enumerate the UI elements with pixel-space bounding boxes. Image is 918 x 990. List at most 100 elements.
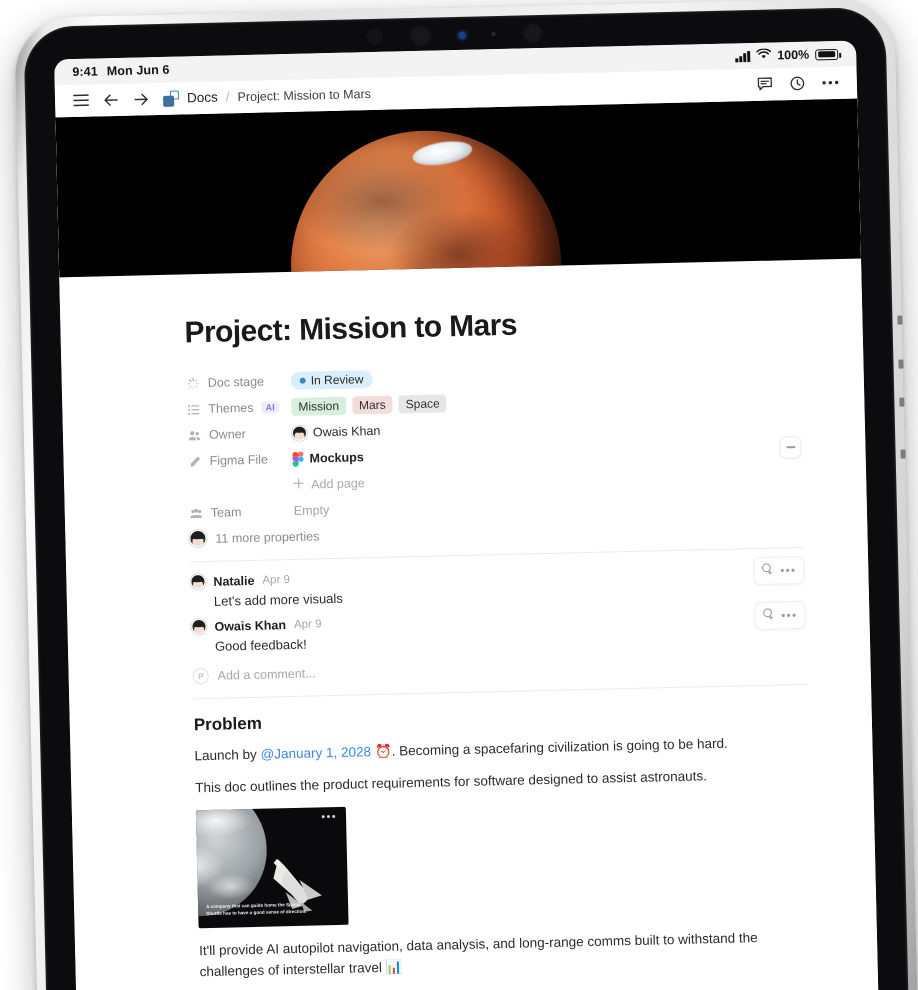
breadcrumb-app-name[interactable]: Docs	[187, 90, 218, 106]
property-value-figma-file[interactable]: Mockups	[292, 450, 364, 467]
date-mention-link[interactable]: @January 1, 2028	[260, 744, 371, 762]
comments-section: Natalie Apr 9 Let's add more visuals •••…	[190, 548, 807, 685]
mars-polar-cap	[410, 137, 474, 170]
status-dot-icon	[299, 377, 306, 384]
properties-panel: Doc stage In Review Themes AI Mission Ma…	[185, 356, 803, 548]
property-key-themes: Themes AI	[186, 400, 291, 416]
more-horizontal-icon[interactable]: •••	[780, 563, 797, 577]
status-time: 9:41	[72, 64, 98, 80]
more-horizontal-icon[interactable]: •••	[781, 608, 798, 622]
comment-date: Apr 9	[293, 617, 322, 631]
comment-actions[interactable]: •••	[752, 555, 805, 586]
property-label: Figma File	[209, 452, 269, 468]
document-scroll-area[interactable]: Project: Mission to Mars Doc stage In Re…	[55, 98, 879, 990]
arrow-right-icon[interactable]	[133, 92, 149, 106]
embedded-image-space-shuttle[interactable]: A company that can guide home the Space …	[195, 806, 349, 929]
toolbar-right	[757, 75, 839, 92]
avatar	[191, 619, 207, 635]
theme-tag-mars[interactable]: Mars	[351, 395, 393, 415]
toolbar-left: Docs / Project: Mission to Mars	[73, 85, 371, 108]
paragraph-doc-outline[interactable]: This doc outlines the product requiremen…	[195, 764, 809, 799]
property-key-doc-stage: Doc stage	[186, 374, 291, 390]
battery-full-icon	[815, 48, 839, 61]
add-page-button[interactable]: Add page	[293, 476, 365, 492]
theme-tag-mission[interactable]: Mission	[291, 396, 347, 416]
camera-sensor-island	[339, 19, 570, 50]
status-date: Mon Jun 6	[106, 62, 170, 79]
comment-item[interactable]: Natalie Apr 9 Let's add more visuals •••	[190, 555, 805, 609]
property-label: Team	[210, 505, 242, 520]
microphone-icon	[491, 32, 496, 37]
property-value-team[interactable]: Empty	[294, 503, 330, 518]
property-value-themes[interactable]: Mission Mars Space	[291, 394, 447, 416]
add-comment-icon[interactable]	[761, 562, 773, 580]
figma-logo-icon	[292, 451, 304, 467]
minus-icon	[785, 446, 795, 449]
avatar: P	[192, 667, 209, 685]
avatar	[189, 529, 207, 548]
paragraph-text-before: Launch by	[194, 746, 261, 764]
more-horizontal-icon[interactable]	[822, 80, 839, 85]
tablet-device: 9:41 Mon Jun 6 100% Docs / Project: Miss…	[14, 0, 918, 990]
paragraph-features[interactable]: It'll provide AI autopilot navigation, d…	[199, 927, 814, 983]
spinner-icon	[186, 376, 200, 390]
people-icon	[187, 428, 201, 442]
hamburger-menu-icon[interactable]	[73, 94, 89, 107]
camera-lens-icon	[365, 28, 383, 46]
document-content: Problem Launch by @January 1, 2028 ⏰. Be…	[193, 685, 814, 983]
connector-pin	[898, 359, 904, 369]
add-comment-placeholder: Add a comment...	[217, 666, 316, 683]
more-horizontal-icon[interactable]: •••	[321, 811, 337, 823]
battery-percent-label: 100%	[777, 47, 810, 63]
theme-tag-space[interactable]: Space	[398, 394, 447, 414]
property-label: Doc stage	[207, 374, 265, 390]
property-key-owner: Owner	[187, 426, 292, 442]
document-page: Project: Mission to Mars Doc stage In Re…	[59, 258, 877, 985]
camera-secondary-icon	[520, 21, 544, 45]
section-heading-problem[interactable]: Problem	[194, 701, 808, 735]
comment-author: Owais Khan	[214, 617, 287, 634]
owner-name: Owais Khan	[312, 423, 381, 440]
breadcrumb-separator: /	[225, 89, 230, 105]
add-page-label: Add page	[311, 476, 365, 492]
earth-graphic	[195, 806, 269, 918]
alarm-clock-emoji-icon: ⏰	[374, 743, 392, 760]
cellular-bars-icon	[735, 50, 751, 62]
figma-file-name[interactable]: Mockups	[309, 450, 364, 465]
property-value-doc-stage[interactable]: In Review	[290, 370, 373, 390]
docs-app-icon[interactable]	[162, 90, 180, 107]
wifi-icon	[756, 48, 771, 63]
status-badge[interactable]: In Review	[290, 370, 373, 390]
add-comment-input[interactable]: P Add a comment...	[192, 654, 806, 685]
camera-main-icon	[407, 23, 433, 49]
page-title[interactable]: Project: Mission to Mars	[184, 302, 799, 350]
clock-history-icon[interactable]	[790, 76, 805, 91]
paragraph-launch[interactable]: Launch by @January 1, 2028 ⏰. Becoming a…	[194, 732, 808, 767]
property-key-figma-file: Figma File	[187, 452, 292, 468]
cover-image-mars-banner[interactable]	[55, 98, 862, 278]
screenshot-root: 9:41 Mon Jun 6 100% Docs / Project: Miss…	[0, 0, 918, 990]
add-page-spacer	[188, 485, 293, 487]
collapse-button[interactable]	[779, 435, 802, 459]
arrow-left-icon[interactable]	[103, 92, 119, 106]
ai-badge: AI	[261, 401, 280, 414]
comment-bubble-icon[interactable]	[757, 77, 773, 92]
comment-author: Natalie	[213, 573, 255, 589]
property-label: Themes	[208, 400, 254, 416]
people-group-icon	[189, 506, 203, 520]
tablet-screen: 9:41 Mon Jun 6 100% Docs / Project: Miss…	[54, 40, 879, 990]
status-bar-right: 100%	[735, 47, 839, 63]
connector-pin	[899, 397, 905, 407]
comment-date: Apr 9	[262, 573, 291, 587]
comment-actions[interactable]: •••	[753, 600, 806, 631]
breadcrumb-current-page[interactable]: Project: Mission to Mars	[237, 86, 371, 103]
property-value-owner[interactable]: Owais Khan	[291, 423, 381, 441]
avatar	[190, 574, 206, 590]
comment-item[interactable]: Owais Khan Apr 9 Good feedback! •••	[191, 600, 806, 654]
avatar	[291, 425, 308, 441]
list-icon	[186, 402, 200, 416]
add-comment-icon[interactable]	[762, 607, 774, 625]
property-label: Owner	[208, 427, 246, 442]
breadcrumb: Docs / Project: Mission to Mars	[162, 85, 371, 107]
more-properties-label: 11 more properties	[215, 528, 320, 546]
